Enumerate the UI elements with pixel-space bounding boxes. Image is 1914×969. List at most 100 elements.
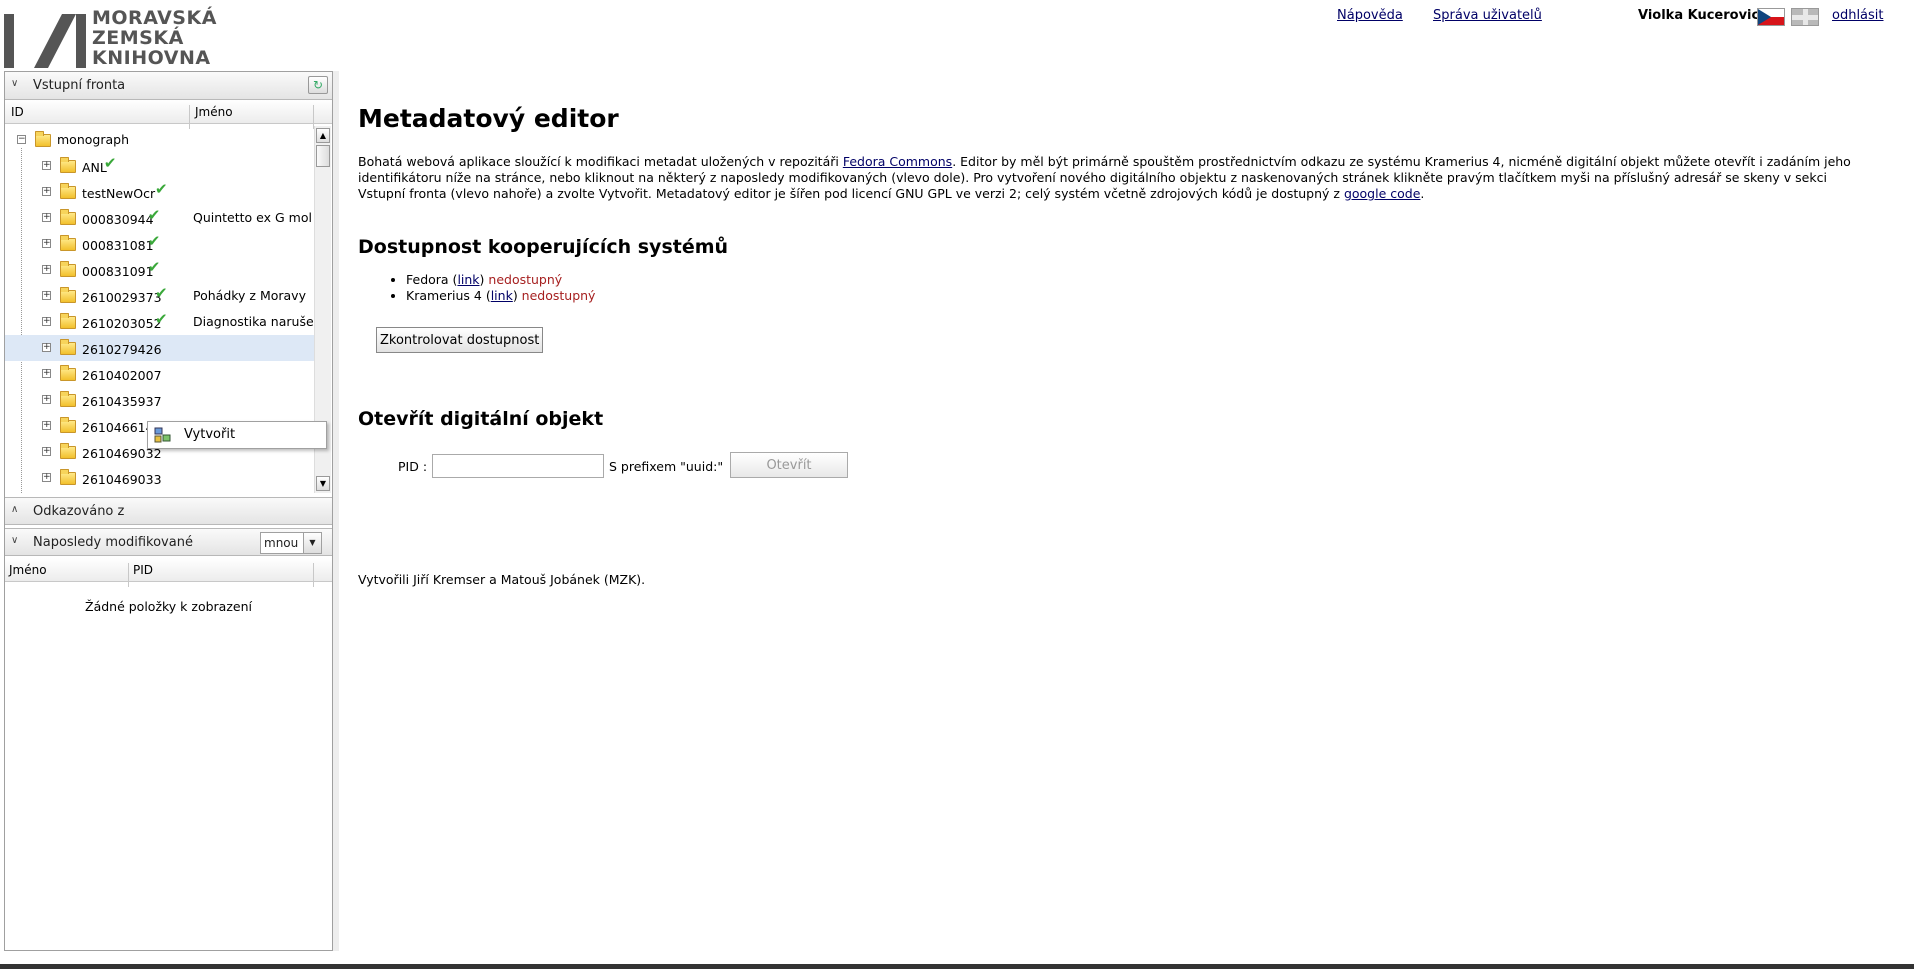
fedora-status: nedostupný [488, 272, 563, 287]
scroll-up-icon[interactable]: ▲ [316, 128, 330, 143]
check-icon: ✔ [155, 310, 168, 328]
expand-icon[interactable]: + [42, 187, 51, 196]
folder-icon [60, 157, 76, 173]
open-button[interactable]: Otevřít [730, 452, 848, 478]
check-availability-button[interactable]: Zkontrolovat dostupnost [376, 327, 544, 353]
tree-item-id: 2610435937 [82, 394, 162, 409]
scroll-down-icon[interactable]: ▼ [316, 476, 330, 491]
expand-icon[interactable]: + [42, 213, 51, 222]
tree-row[interactable]: +000830944 ✔ Quintetto ex G mol I [5, 205, 314, 231]
expand-icon[interactable]: + [42, 239, 51, 248]
referenced-from-header[interactable]: ∧ Odkazováno z [5, 497, 332, 525]
input-queue-columns: ID Jméno [5, 100, 332, 129]
recent-header[interactable]: ∨ Naposledy modifikované mnou ▼ [5, 528, 332, 556]
fedora-commons-link[interactable]: Fedora Commons [843, 154, 952, 169]
recent-columns: Jméno PID [5, 558, 332, 587]
folder-icon [60, 235, 76, 251]
expand-icon[interactable]: + [42, 317, 51, 326]
tree-row[interactable]: +2610435937 [5, 387, 314, 413]
tree-row[interactable]: +2610029373 ✔ Pohádky z Moravy [5, 283, 314, 309]
check-icon: ✔ [155, 180, 168, 198]
refresh-icon[interactable]: ↻ [308, 76, 328, 94]
tree-item-id: 2610203052 [82, 316, 162, 331]
tree-item-name: Diagnostika narušen [193, 314, 313, 329]
folder-icon [60, 469, 76, 485]
folder-icon [60, 391, 76, 407]
tree-row[interactable]: +2610469033 [5, 465, 314, 491]
expand-icon[interactable]: + [42, 421, 51, 430]
recent-filter-select[interactable]: mnou ▼ [260, 532, 322, 554]
pid-label: PID : [398, 459, 428, 474]
tree-item-id: 000831081 [82, 238, 154, 253]
kramerius-status: nedostupný [521, 288, 596, 303]
scroll-thumb[interactable] [316, 145, 330, 167]
context-menu: Vytvořit [147, 421, 327, 449]
logo-line-3: KNIHOVNA [92, 47, 211, 69]
recent-title: Naposledy modifikované [33, 535, 193, 550]
english-flag-icon[interactable] [1791, 8, 1819, 26]
input-queue-title: Vstupní fronta [33, 78, 126, 93]
services-list: Fedora (link) nedostupný Kramerius 4 (li… [358, 272, 595, 304]
column-id[interactable]: ID [11, 105, 24, 119]
expand-icon[interactable]: + [42, 291, 51, 300]
tree-row[interactable]: + testNewOcr ✔ [5, 179, 314, 205]
folder-icon [60, 313, 76, 329]
expand-icon[interactable]: + [42, 447, 51, 456]
recent-empty-text: Žádné položky k zobrazení [85, 599, 252, 614]
google-code-link[interactable]: google code [1344, 186, 1420, 201]
check-icon: ✔ [103, 154, 117, 172]
fedora-link[interactable]: link [457, 272, 479, 287]
check-icon: ✔ [147, 206, 161, 224]
kramerius-link[interactable]: link [491, 288, 513, 303]
context-create-item[interactable]: Vytvořit [184, 427, 235, 442]
tree-row[interactable]: +000831091 ✔ [5, 257, 314, 283]
tree-row[interactable]: +000831081 ✔ [5, 231, 314, 257]
prefix-note: S prefixem "uuid:" [609, 459, 724, 474]
collapse-chevron-icon[interactable]: ∨ [11, 78, 18, 89]
user-management-link[interactable]: Správa uživatelů [1433, 8, 1542, 23]
expand-icon[interactable]: + [42, 265, 51, 274]
mzk-logo: MORAVSKÁ ZEMSKÁ KNIHOVNA [4, 8, 216, 70]
open-object-title: Otevřít digitální objekt [358, 408, 604, 430]
folder-icon [60, 365, 76, 381]
availability-title: Dostupnost kooperujících systémů [358, 236, 729, 258]
tree-item-id: testNewOcr [82, 186, 156, 201]
tree-item-name: Pohádky z Moravy [193, 288, 306, 303]
tree-item-id: 2610029373 [82, 290, 162, 305]
collapse-icon[interactable]: − [17, 135, 26, 144]
czech-flag-icon[interactable] [1757, 8, 1785, 26]
panel-splitter[interactable] [333, 71, 339, 951]
expand-icon[interactable]: + [42, 473, 51, 482]
logo-line-1: MORAVSKÁ [92, 7, 217, 29]
tree-row[interactable]: + ANL ✔ [5, 153, 314, 179]
collapse-chevron-icon[interactable]: ∨ [11, 535, 18, 546]
service-kramerius: Kramerius 4 (link) nedostupný [406, 288, 595, 304]
column-name[interactable]: Jméno [9, 563, 47, 577]
folder-icon [60, 261, 76, 277]
pid-input[interactable] [432, 454, 604, 478]
expand-icon[interactable]: + [42, 395, 51, 404]
recent-filter-value: mnou [264, 536, 299, 550]
column-pid[interactable]: PID [133, 563, 153, 577]
folder-icon [35, 131, 51, 147]
expand-icon[interactable]: + [42, 161, 51, 170]
tree-item-id: 2610469033 [82, 472, 162, 487]
help-link[interactable]: Nápověda [1337, 8, 1403, 23]
tree-row[interactable]: +2610402007 [5, 361, 314, 387]
tree-item-name: Quintetto ex G mol I [193, 210, 313, 225]
input-queue-header[interactable]: ∨ Vstupní fronta ↻ [5, 72, 332, 100]
check-icon: ✔ [147, 258, 161, 276]
referenced-from-title: Odkazováno z [33, 504, 125, 519]
expand-icon[interactable]: + [42, 343, 51, 352]
folder-icon [60, 287, 76, 303]
tree-row[interactable]: +2610279426 [5, 335, 314, 361]
chevron-down-icon[interactable]: ▼ [303, 533, 321, 553]
logout-link[interactable]: odhlásit [1832, 8, 1884, 23]
column-name[interactable]: Jméno [195, 105, 233, 119]
tree-item-id: 000831091 [82, 264, 154, 279]
tree-root-label: monograph [57, 132, 129, 147]
expand-chevron-icon[interactable]: ∧ [11, 504, 18, 515]
tree-row[interactable]: +2610203052 ✔ Diagnostika narušen [5, 309, 314, 335]
tree-root-row[interactable]: − monograph [5, 127, 314, 153]
expand-icon[interactable]: + [42, 369, 51, 378]
